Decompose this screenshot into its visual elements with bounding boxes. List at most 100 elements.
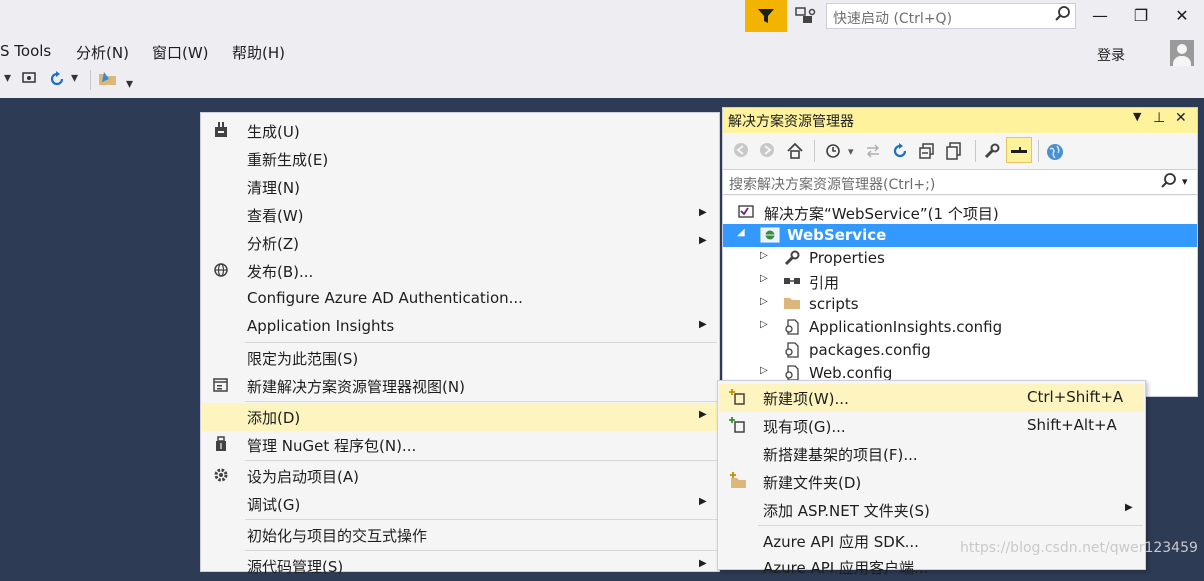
submenu-arrow-icon: ▶ xyxy=(699,409,707,420)
menu-item-label: 新建文件夹(D) xyxy=(763,474,862,492)
collapsed-arrow-icon: ▷ xyxy=(760,365,768,376)
menu-item-build[interactable]: 生成(U) xyxy=(202,117,718,145)
back-icon[interactable] xyxy=(733,142,749,162)
panel-close-icon[interactable]: ✕ xyxy=(1175,110,1187,126)
menu-item-rebuild[interactable]: 重新生成(E) xyxy=(202,145,718,173)
refresh-icon[interactable] xyxy=(48,70,66,92)
minimize-button[interactable]: — xyxy=(1088,6,1112,28)
collapsed-arrow-icon: ▷ xyxy=(760,250,768,261)
menu-item-label: 调试(G) xyxy=(247,496,301,514)
menu-item-new-item[interactable]: 新建项(W)... Ctrl+Shift+A xyxy=(719,384,1144,412)
menu-item-manage-nuget[interactable]: 管理 NuGet 程序包(N)... xyxy=(202,431,718,459)
show-all-files-icon[interactable] xyxy=(945,142,963,164)
menu-item-debug[interactable]: 调试(G) ▶ xyxy=(202,490,718,518)
dropdown-arrow-icon[interactable]: ▾ xyxy=(4,70,11,86)
menu-item-new-scaffolded-item[interactable]: 新搭建基架的项目(F)... xyxy=(719,440,1144,468)
menu-item-source-control[interactable]: 源代码管理(S) ▶ xyxy=(202,552,718,580)
open-folder-icon[interactable] xyxy=(98,70,118,92)
menu-item-label: 管理 NuGet 程序包(N)... xyxy=(247,437,417,455)
browse-target-icon[interactable] xyxy=(22,70,38,90)
menu-item-scope-to-this[interactable]: 限定为此范围(S) xyxy=(202,344,718,372)
menu-item-analyze[interactable]: 分析(Z) ▶ xyxy=(202,229,718,257)
shortcut-label: Ctrl+Shift+A xyxy=(1027,388,1124,406)
panel-dropdown-icon[interactable]: ▼ xyxy=(1133,110,1141,123)
globe-icon[interactable] xyxy=(1045,142,1065,166)
existing-item-icon xyxy=(728,416,748,436)
restore-button[interactable]: ❐ xyxy=(1129,6,1153,28)
menu-tools[interactable]: S Tools xyxy=(0,42,51,60)
new-item-icon xyxy=(728,388,748,408)
menu-item-label: Azure API 应用客户端... xyxy=(763,559,929,577)
toolbar-divider xyxy=(90,70,91,90)
forward-icon[interactable] xyxy=(759,142,775,162)
toolbar-overflow-icon[interactable]: ▾ xyxy=(126,76,133,92)
menu-item-label: 发布(B)... xyxy=(247,263,314,281)
tree-item-solution[interactable]: 解决方案“WebService”(1 个项目) xyxy=(723,201,1197,224)
menu-item-add-aspnet-folder[interactable]: 添加 ASP.NET 文件夹(S) ▶ xyxy=(719,496,1144,524)
menu-item-label: 新搭建基架的项目(F)... xyxy=(763,446,918,464)
tree-item-label: 解决方案“WebService”(1 个项目) xyxy=(764,205,999,223)
tree-item-properties[interactable]: ▷ Properties xyxy=(723,247,1197,270)
watermark-text: https://blog.csdn.net/qwer123459 xyxy=(960,540,1198,556)
menu-item-view[interactable]: 查看(W) ▶ xyxy=(202,201,718,229)
search-icon[interactable] xyxy=(1160,172,1178,194)
tree-item-applicationinsights-config[interactable]: ▷ ApplicationInsights.config xyxy=(723,316,1197,339)
menu-item-application-insights[interactable]: Application Insights ▶ xyxy=(202,313,718,341)
filter-dropdown-icon[interactable]: ▾ xyxy=(848,145,854,158)
tree-item-packages-config[interactable]: packages.config xyxy=(723,339,1197,362)
tree-item-scripts[interactable]: ▷ scripts xyxy=(723,293,1197,316)
solution-explorer-search-input[interactable]: 搜索解决方案资源管理器(Ctrl+;) xyxy=(723,169,1197,195)
expanded-arrow-icon: ◢ xyxy=(737,227,745,238)
solution-icon xyxy=(737,203,755,221)
close-button[interactable]: ✕ xyxy=(1170,6,1194,28)
menu-item-label: 初始化与项目的交互式操作 xyxy=(247,527,428,545)
menu-item-interactive-init[interactable]: 初始化与项目的交互式操作 xyxy=(202,521,718,549)
search-icon[interactable] xyxy=(1054,5,1072,23)
menu-item-new-explorer-view[interactable]: 新建解决方案资源管理器视图(N) xyxy=(202,372,718,400)
search-options-dropdown-icon[interactable]: ▾ xyxy=(1182,175,1188,188)
menu-window[interactable]: 窗口(W) xyxy=(152,42,209,63)
toolbar-divider xyxy=(814,140,815,162)
collapse-all-icon[interactable] xyxy=(918,142,936,164)
refresh-dropdown-icon[interactable]: ▾ xyxy=(71,70,78,86)
menu-item-label: 添加 ASP.NET 文件夹(S) xyxy=(763,502,930,520)
menu-item-configure-azure-ad[interactable]: Configure Azure AD Authentication... xyxy=(202,285,718,313)
menu-separator xyxy=(245,550,717,551)
tree-item-label: Properties xyxy=(809,249,885,267)
tree-item-webservice[interactable]: ◢ WebService xyxy=(723,224,1197,247)
collapsed-arrow-icon: ▷ xyxy=(760,273,768,284)
menu-item-azure-api-app-client[interactable]: Azure API 应用客户端... xyxy=(719,553,1144,581)
menu-analyze[interactable]: 分析(N) xyxy=(76,42,129,63)
menu-item-add[interactable]: 添加(D) ▶ xyxy=(202,403,718,431)
menu-item-clean[interactable]: 清理(N) xyxy=(202,173,718,201)
tree-item-label: packages.config xyxy=(809,341,931,359)
pending-changes-filter-icon[interactable] xyxy=(824,142,842,164)
menu-item-set-startup[interactable]: 设为启动项目(A) xyxy=(202,462,718,490)
menu-separator xyxy=(245,401,717,402)
toolbar-divider xyxy=(975,140,976,162)
send-feedback-icon[interactable] xyxy=(794,6,818,28)
menu-help[interactable]: 帮助(H) xyxy=(232,42,285,63)
properties-wrench-icon[interactable] xyxy=(983,142,1001,164)
feedback-filter-button[interactable] xyxy=(745,0,787,32)
menu-item-new-folder[interactable]: 新建文件夹(D) xyxy=(719,468,1144,496)
pin-icon[interactable]: ⊥ xyxy=(1153,110,1165,126)
preview-icon xyxy=(1010,142,1028,164)
menu-item-label: Application Insights xyxy=(247,317,395,335)
submenu-arrow-icon: ▶ xyxy=(699,496,707,507)
sync-icon[interactable] xyxy=(864,142,882,164)
menu-item-existing-item[interactable]: 现有项(G)... Shift+Alt+A xyxy=(719,412,1144,440)
home-icon[interactable] xyxy=(786,142,804,164)
new-view-icon xyxy=(211,376,231,396)
menu-item-label: 分析(Z) xyxy=(247,235,299,253)
menu-item-label: 新建解决方案资源管理器视图(N) xyxy=(247,378,465,396)
menu-separator xyxy=(245,342,717,343)
menu-item-publish[interactable]: 发布(B)... xyxy=(202,257,718,285)
menu-item-label: 重新生成(E) xyxy=(247,151,329,169)
quick-launch-input[interactable]: 快速启动 (Ctrl+Q) xyxy=(826,3,1076,29)
refresh-icon[interactable] xyxy=(891,142,909,164)
tree-item-label: WebService xyxy=(787,226,887,244)
tree-item-references[interactable]: ▷ 引用 xyxy=(723,270,1197,293)
sign-in-link[interactable]: 登录 xyxy=(1097,45,1125,65)
menu-separator xyxy=(245,519,717,520)
